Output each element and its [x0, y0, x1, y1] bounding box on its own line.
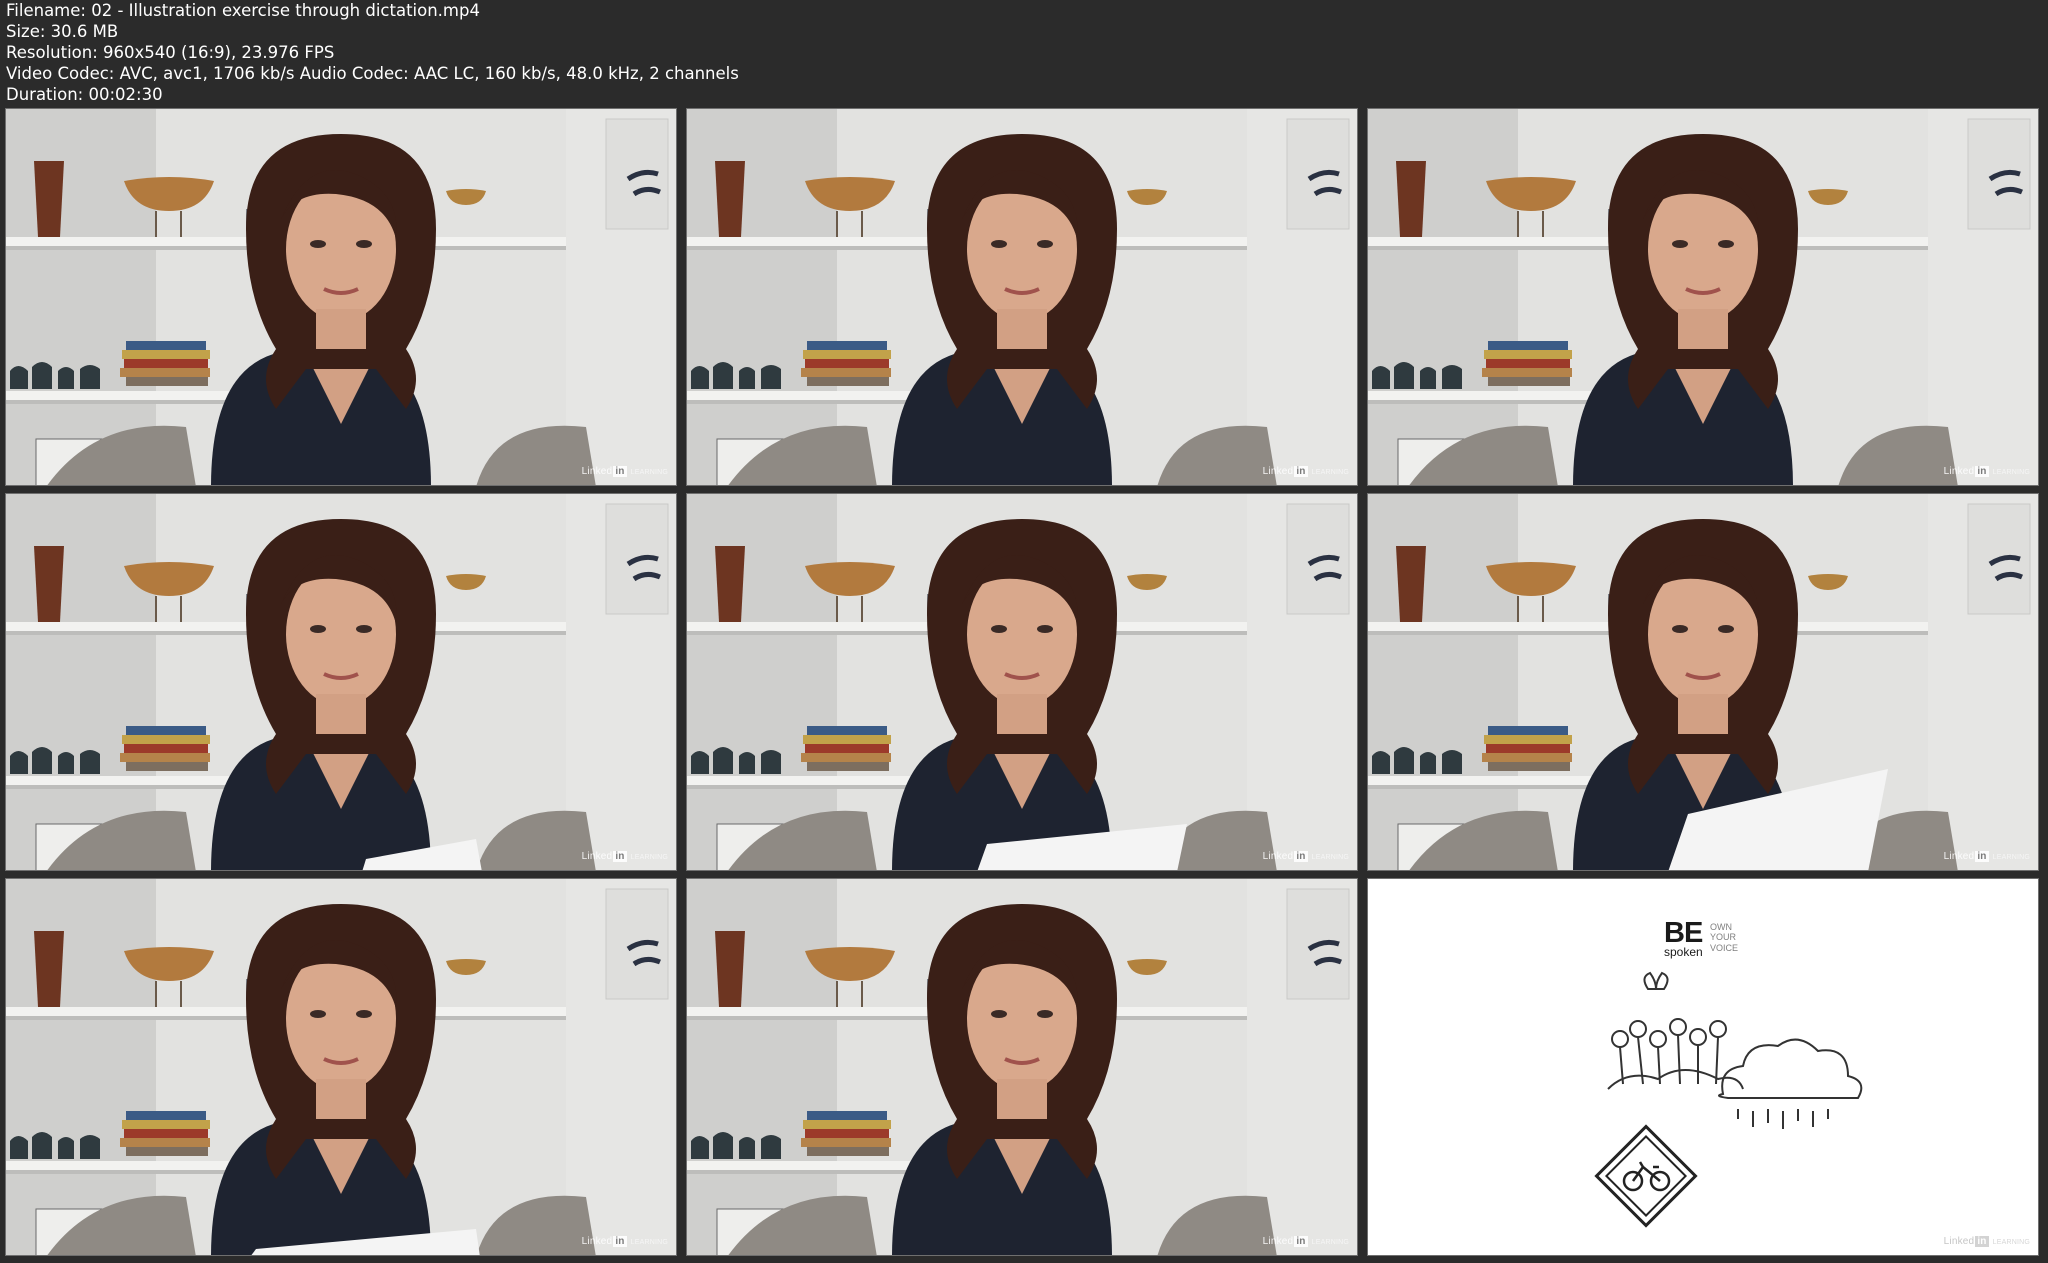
video-frame-scene: [6, 494, 677, 870]
duration-label: Duration: 00:02:30: [6, 85, 163, 104]
video-thumbnail-1[interactable]: Linked in LEARNING: [5, 108, 677, 486]
linkedin-learning-watermark: Linked in LEARNING: [1262, 1236, 1349, 1247]
file-info-header: Filename: 02 - Illustration exercise thr…: [6, 0, 2036, 106]
video-thumbnail-8[interactable]: Linked in LEARNING: [686, 878, 1358, 1256]
linkedin-learning-watermark: Linked in LEARNING: [1943, 851, 2030, 862]
video-frame-scene: [687, 879, 1358, 1256]
video-frame-scene: [687, 109, 1358, 486]
linkedin-learning-watermark: Linked in LEARNING: [581, 851, 668, 862]
filename-label: Filename: 02 - Illustration exercise thr…: [6, 1, 480, 20]
video-frame-scene: [1368, 109, 2039, 486]
video-thumbnail-6[interactable]: Linked in LEARNING: [1367, 493, 2039, 871]
linkedin-learning-watermark: Linked in LEARNING: [1943, 1236, 2030, 1247]
flowers-icon: [1607, 971, 1744, 1090]
video-thumbnail-3[interactable]: Linked in LEARNING: [1367, 108, 2039, 486]
video-thumbnail-7[interactable]: Linked in LEARNING: [5, 878, 677, 1256]
filesize-label: Size: 30.6 MB: [6, 22, 119, 41]
bicycle-sign-icon: [1594, 1124, 1698, 1228]
linkedin-learning-watermark: Linked in LEARNING: [1262, 851, 1349, 862]
video-thumbnail-9-slide[interactable]: BE spoken OWN YOUR VOICE Linked in LEARN…: [1367, 878, 2039, 1256]
linkedin-learning-watermark: Linked in LEARNING: [581, 466, 668, 477]
linkedin-learning-watermark: Linked in LEARNING: [581, 1236, 668, 1247]
video-frame-scene: [687, 494, 1358, 870]
video-frame-scene: [6, 879, 677, 1255]
linkedin-learning-watermark: Linked in LEARNING: [1943, 466, 2030, 477]
linkedin-learning-watermark: Linked in LEARNING: [1262, 466, 1349, 477]
video-thumbnail-5[interactable]: Linked in LEARNING: [686, 493, 1358, 871]
video-frame-scene: [6, 109, 677, 486]
video-thumbnail-4[interactable]: Linked in LEARNING: [5, 493, 677, 871]
video-thumbnail-2[interactable]: Linked in LEARNING: [686, 108, 1358, 486]
slide-illustrations: [1594, 971, 1863, 1228]
resolution-label: Resolution: 960x540 (16:9), 23.976 FPS: [6, 43, 335, 62]
video-frame-scene: [1368, 494, 2039, 870]
codec-label: Video Codec: AVC, avc1, 1706 kb/s Audio …: [6, 64, 739, 83]
